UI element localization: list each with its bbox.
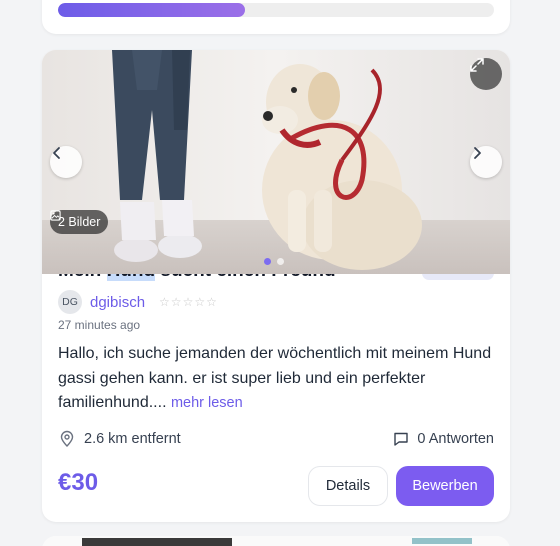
image-count-badge: 2 Bilder — [50, 210, 109, 234]
rating-stars: ☆☆☆☆☆ — [159, 295, 218, 309]
image-count-label: 2 Bilder — [58, 215, 101, 229]
next-listing-photo — [42, 536, 510, 546]
expand-icon — [470, 58, 484, 72]
chat-bubble-icon — [394, 432, 409, 446]
image-icon — [50, 210, 61, 221]
avatar: DG — [58, 290, 82, 314]
details-button[interactable]: Details — [308, 466, 388, 506]
slide-dot[interactable] — [277, 258, 284, 265]
meta-row: 2.6 km entfernt 0 Antworten — [58, 430, 494, 448]
next-image-button[interactable] — [470, 146, 502, 178]
chevron-right-icon — [474, 147, 481, 159]
read-more-link[interactable]: mehr lesen — [171, 395, 243, 411]
author-link[interactable]: dgibisch — [90, 294, 145, 311]
slide-dot[interactable] — [264, 258, 271, 265]
description-text: Hallo, ich suche jemanden der wöchentlic… — [58, 345, 492, 411]
replies-info[interactable]: 0 Antworten — [393, 431, 494, 447]
author-row: DG dgibisch ☆☆☆☆☆ — [58, 290, 218, 314]
previous-image-button[interactable] — [50, 146, 82, 178]
fullscreen-button[interactable] — [470, 58, 502, 90]
posted-time: 27 minutes ago — [58, 318, 141, 332]
distance-info: 2.6 km entfernt — [58, 430, 181, 448]
apply-button[interactable]: Bewerben — [396, 466, 494, 506]
previous-listing-card — [42, 0, 510, 34]
progress-bar-fill — [58, 3, 246, 17]
progress-bar — [58, 3, 494, 17]
replies-count: 0 Antworten — [417, 431, 494, 447]
chevron-left-icon — [53, 147, 60, 159]
listing-description: Hallo, ich suche jemanden der wöchentlic… — [58, 342, 494, 416]
slide-indicator — [264, 258, 284, 265]
dog-photo-illustration — [42, 50, 510, 274]
listing-card[interactable]: Mein Hund sucht einen Freund — [42, 50, 510, 522]
distance-text: 2.6 km entfernt — [84, 431, 181, 447]
price: €30 — [58, 469, 99, 496]
location-pin-icon — [60, 430, 74, 447]
next-listing-card[interactable] — [42, 536, 510, 546]
listing-photo[interactable]: 2 Bilder — [42, 50, 510, 274]
